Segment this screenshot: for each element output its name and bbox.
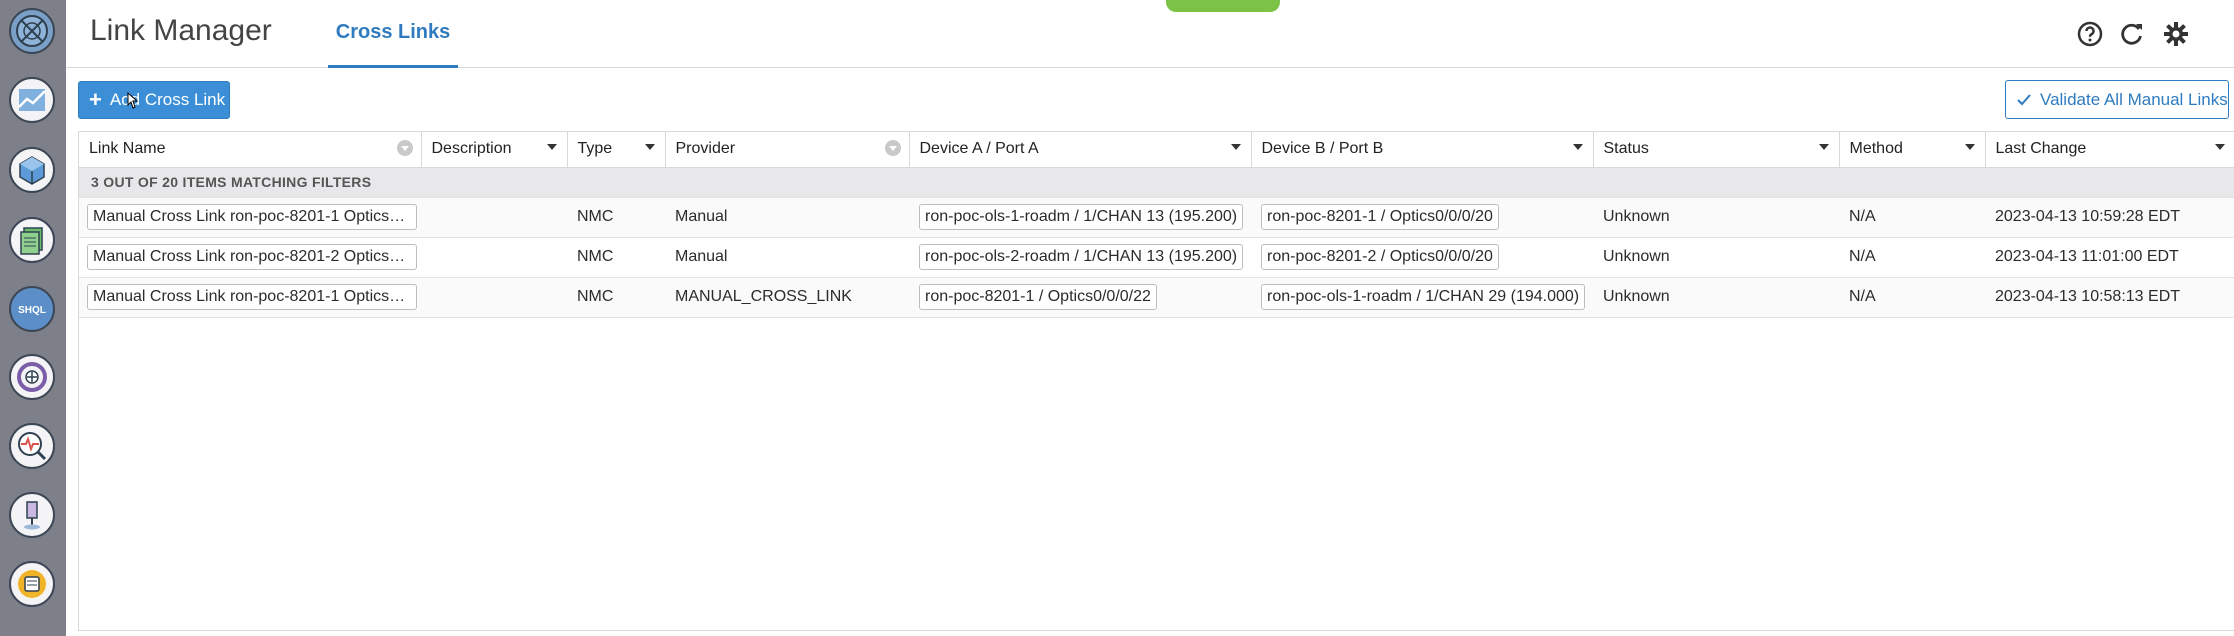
link-name-chip[interactable]: Manual Cross Link ron-poc-8201-2 Optics0… (87, 244, 417, 270)
link-name-chip[interactable]: Manual Cross Link ron-poc-8201-1 Optics0… (87, 204, 417, 230)
column-header-provider[interactable]: Provider (665, 132, 910, 168)
method-cell: N/A (1839, 237, 1985, 278)
crosshair-icon[interactable] (9, 354, 55, 400)
device-a-chip[interactable]: ron-poc-ols-2-roadm / 1/CHAN 13 (195.200… (919, 244, 1244, 270)
column-label: Last Change (1995, 140, 2087, 158)
page-title: Link Manager (90, 14, 272, 47)
device-b-chip[interactable]: ron-poc-8201-2 / Optics0/0/0/20 (1261, 244, 1499, 270)
chevron-down-icon[interactable] (1230, 144, 1241, 150)
chevron-down-icon[interactable] (546, 144, 557, 150)
heartbeat-search-icon[interactable] (9, 423, 55, 469)
provider-cell: Manual (665, 197, 909, 238)
status-cell: Unknown (1593, 277, 1839, 318)
filter-summary: 3 OUT OF 20 ITEMS MATCHING FILTERS (79, 167, 2234, 198)
type-cell: NMC (567, 277, 665, 318)
column-header-description[interactable]: Description (421, 132, 568, 168)
column-header-link-name[interactable]: Link Name (79, 132, 422, 168)
filter-summary-row: 3 OUT OF 20 ITEMS MATCHING FILTERS (79, 167, 2234, 198)
plus-icon: + (89, 87, 102, 112)
link-name-chip[interactable]: Manual Cross Link ron-poc-8201-1 Optics0… (87, 284, 417, 310)
column-header-device-b[interactable]: Device B / Port B (1251, 132, 1594, 168)
chevron-down-icon[interactable] (2214, 144, 2225, 150)
device-b-chip[interactable]: ron-poc-8201-1 / Optics0/0/0/20 (1261, 204, 1499, 230)
cross-links-table: Link Name Description Type Provider Devi… (78, 131, 2234, 631)
status-cell: Unknown (1593, 237, 1839, 278)
column-header-type[interactable]: Type (567, 132, 666, 168)
column-header-last-change[interactable]: Last Change (1985, 132, 2234, 168)
validate-label: Validate All Manual Links (2040, 89, 2228, 109)
tab-cross-links[interactable]: Cross Links (328, 0, 458, 68)
svg-text:SHQL: SHQL (18, 305, 46, 316)
column-label: Device B / Port B (1261, 140, 1384, 158)
description-cell (421, 237, 567, 278)
provider-cell: Manual (665, 237, 909, 278)
validate-all-manual-links-button[interactable]: Validate All Manual Links (2005, 80, 2229, 119)
status-pill[interactable] (1166, 0, 1280, 12)
column-label: Link Name (89, 140, 166, 158)
last-change-cell: 2023-04-13 10:59:28 EDT (1985, 197, 2234, 238)
description-cell (421, 277, 567, 318)
device-a-chip[interactable]: ron-poc-ols-1-roadm / 1/CHAN 13 (195.200… (919, 204, 1244, 230)
chevron-down-icon[interactable] (1572, 144, 1583, 150)
gear-icon[interactable] (2160, 18, 2192, 50)
table-row[interactable]: Manual Cross Link ron-poc-8201-1 Optics0… (79, 197, 2234, 238)
device-b-chip[interactable]: ron-poc-ols-1-roadm / 1/CHAN 29 (194.000… (1261, 284, 1586, 310)
provider-cell: MANUAL_CROSS_LINK (665, 277, 909, 318)
page-header: Link Manager Cross Links (66, 0, 2234, 68)
pin-icon[interactable] (9, 492, 55, 538)
cube-icon[interactable] (9, 147, 55, 193)
trend-chart-icon[interactable] (9, 77, 55, 123)
sort-icon[interactable] (884, 140, 901, 156)
column-label: Type (577, 140, 613, 158)
column-header-device-a[interactable]: Device A / Port A (909, 132, 1252, 168)
device-a-chip[interactable]: ron-poc-8201-1 / Optics0/0/0/22 (919, 284, 1157, 310)
checkmark-icon (2017, 93, 2031, 105)
column-header-status[interactable]: Status (1593, 132, 1840, 168)
column-header-method[interactable]: Method (1839, 132, 1986, 168)
type-cell: NMC (567, 237, 665, 278)
shql-icon[interactable]: SHQL (9, 286, 55, 332)
table-row[interactable]: Manual Cross Link ron-poc-8201-2 Optics0… (79, 237, 2234, 278)
table-row[interactable]: Manual Cross Link ron-poc-8201-1 Optics0… (79, 277, 2234, 318)
device-icon[interactable] (9, 561, 55, 607)
column-label: Description (431, 140, 512, 158)
documents-icon[interactable] (9, 217, 55, 263)
chevron-down-icon[interactable] (1818, 144, 1829, 150)
method-cell: N/A (1839, 277, 1985, 318)
status-cell: Unknown (1593, 197, 1839, 238)
column-label: Device A / Port A (919, 140, 1039, 158)
help-icon[interactable] (2074, 18, 2106, 50)
type-cell: NMC (567, 197, 665, 238)
chevron-down-icon[interactable] (644, 144, 655, 150)
refresh-icon[interactable] (2116, 18, 2148, 50)
logo-icon[interactable] (9, 8, 55, 54)
last-change-cell: 2023-04-13 10:58:13 EDT (1985, 277, 2234, 318)
add-cross-link-button[interactable]: + Add Cross Link (78, 81, 230, 119)
method-cell: N/A (1839, 197, 1985, 238)
column-label: Status (1603, 140, 1649, 158)
nav-rail: SHQL (0, 0, 66, 636)
last-change-cell: 2023-04-13 11:01:00 EDT (1985, 237, 2234, 278)
sort-icon[interactable] (396, 140, 413, 156)
description-cell (421, 197, 567, 238)
mouse-cursor-icon (127, 91, 139, 109)
chevron-down-icon[interactable] (1964, 144, 1975, 150)
column-label: Method (1849, 140, 1903, 158)
column-label: Provider (675, 140, 736, 158)
table-header-row: Link Name Description Type Provider Devi… (79, 132, 2234, 168)
